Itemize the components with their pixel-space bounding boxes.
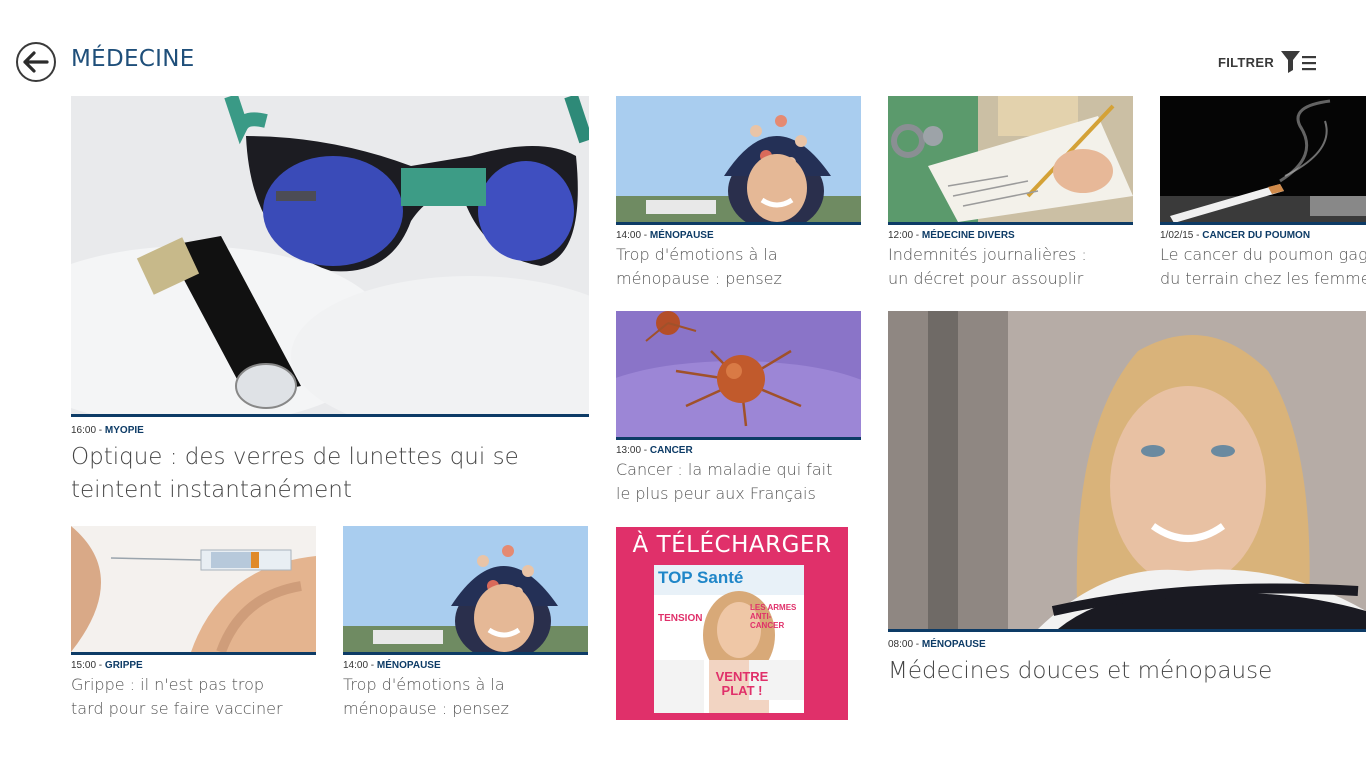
article-image xyxy=(1160,96,1366,225)
article-card-myopie[interactable]: 16:00 - MYOPIE Optique : des verres de l… xyxy=(71,96,589,511)
article-card-menopause[interactable]: 14:00 - MÉNOPAUSE Trop d'émotions à la m… xyxy=(616,96,861,296)
filter-button[interactable]: FILTRER xyxy=(1218,50,1318,74)
article-meta: 08:00 - MÉNOPAUSE xyxy=(888,639,986,650)
article-time: 08:00 xyxy=(888,639,914,650)
article-time: 12:00 xyxy=(888,230,914,241)
article-time: 1/02/15 xyxy=(1160,230,1194,241)
filter-label: FILTRER xyxy=(1218,54,1275,70)
article-image xyxy=(616,96,861,225)
meta-separator: - xyxy=(368,660,377,671)
filter-icon xyxy=(1281,51,1317,73)
article-time: 14:00 xyxy=(616,230,642,241)
article-image xyxy=(616,311,861,440)
article-card-cancer-poumon[interactable]: 1/02/15 - CANCER DU POUMON Le cancer du … xyxy=(1160,96,1366,296)
article-time: 14:00 xyxy=(343,660,369,671)
article-card-cancer[interactable]: 13:00 - CANCER Cancer : la maladie qui f… xyxy=(616,311,861,511)
meta-separator: - xyxy=(641,445,650,456)
back-button[interactable] xyxy=(16,42,56,82)
article-category: CANCER DU POUMON xyxy=(1202,230,1311,241)
article-meta: 16:00 - MYOPIE xyxy=(71,425,144,436)
article-title: Optique : des verres de lunettes qui se … xyxy=(71,444,519,503)
article-image xyxy=(71,96,589,417)
article-title: Indemnités journalières : un décret pour… xyxy=(888,245,1087,288)
article-meta: 14:00 - MÉNOPAUSE xyxy=(343,660,441,671)
article-meta: 12:00 - MÉDECINE DIVERS xyxy=(888,230,1015,241)
meta-separator: - xyxy=(913,639,922,650)
cover-line-3: VENTRE PLAT ! xyxy=(715,669,769,698)
page-title: MÉDECINE xyxy=(71,46,195,72)
article-meta: 13:00 - CANCER xyxy=(616,445,693,456)
article-image xyxy=(888,96,1133,225)
promo-title: À TÉLÉCHARGER xyxy=(632,532,832,558)
article-title: Médecines douces et ménopause xyxy=(888,658,1273,684)
meta-separator: - xyxy=(1193,230,1203,241)
article-category: MÉDECINE DIVERS xyxy=(921,230,1015,241)
article-meta: 1/02/15 - CANCER DU POUMON xyxy=(1160,230,1310,241)
article-title: Trop d'émotions à la ménopause : pensez … xyxy=(343,675,509,718)
article-category: CANCER xyxy=(649,445,693,456)
article-title: Le cancer du poumon gagne du terrain che… xyxy=(1160,245,1366,288)
article-image xyxy=(888,311,1366,632)
magazine-cover: TOP Santé TENSION LES ARMES ANTI-CANCER … xyxy=(654,565,804,713)
magazine-masthead: TOP Santé xyxy=(658,568,744,587)
meta-separator: - xyxy=(96,660,105,671)
article-category: MÉNOPAUSE xyxy=(921,639,986,650)
article-meta: 14:00 - MÉNOPAUSE xyxy=(616,230,714,241)
article-time: 13:00 xyxy=(616,445,642,456)
article-time: 15:00 xyxy=(71,660,97,671)
article-category: GRIPPE xyxy=(104,660,143,671)
article-category: MÉNOPAUSE xyxy=(649,230,714,241)
article-category: MYOPIE xyxy=(104,425,144,436)
article-card-medecines-douces[interactable]: 08:00 - MÉNOPAUSE Médecines douces et mé… xyxy=(888,311,1366,691)
cover-line-1: TENSION xyxy=(658,613,703,624)
meta-separator: - xyxy=(96,425,105,436)
article-title: Grippe : il n'est pas trop tard pour se … xyxy=(71,675,283,718)
article-card-medecine-divers[interactable]: 12:00 - MÉDECINE DIVERS Indemnités journ… xyxy=(888,96,1133,296)
meta-separator: - xyxy=(641,230,650,241)
article-card-grippe[interactable]: 15:00 - GRIPPE Grippe : il n'est pas tro… xyxy=(71,526,316,726)
article-card-menopause-2[interactable]: 14:00 - MÉNOPAUSE Trop d'émotions à la m… xyxy=(343,526,588,726)
meta-separator: - xyxy=(913,230,922,241)
article-image xyxy=(343,526,588,655)
article-title: Trop d'émotions à la ménopause : pensez … xyxy=(616,245,782,288)
back-arrow-icon xyxy=(23,51,49,73)
article-time: 16:00 xyxy=(71,425,97,436)
article-title: Cancer : la maladie qui fait le plus peu… xyxy=(616,460,833,503)
article-category: MÉNOPAUSE xyxy=(376,660,441,671)
article-image xyxy=(71,526,316,655)
cover-line-2: LES ARMES ANTI-CANCER xyxy=(750,603,797,630)
article-meta: 15:00 - GRIPPE xyxy=(71,660,143,671)
download-magazine-tile[interactable]: À TÉLÉCHARGER TOP Santé TENSION LES ARME… xyxy=(616,527,848,720)
